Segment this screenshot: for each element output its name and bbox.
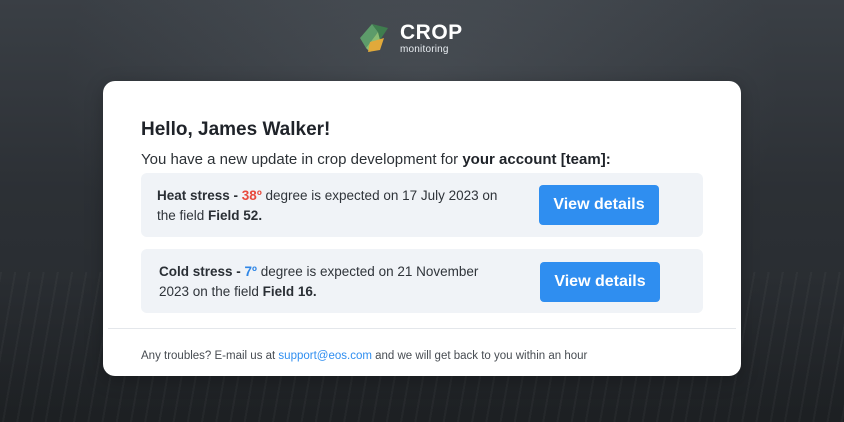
footer-prefix: Any troubles? E-mail us at: [141, 350, 279, 362]
email-card: Hello, James Walker! You have a new upda…: [103, 81, 741, 376]
support-footer: Any troubles? E-mail us at support@eos.c…: [141, 350, 587, 362]
greeting-heading: Hello, James Walker!: [141, 119, 331, 140]
cold-stress-alert: Cold stress - 7º degree is expected on 2…: [141, 249, 703, 313]
heat-stress-alert: Heat stress - 38º degree is expected on …: [141, 173, 703, 237]
alert-field: Field 52.: [208, 208, 263, 223]
crop-leaf-logo-icon: [360, 24, 388, 52]
view-details-button[interactable]: View details: [540, 262, 660, 302]
view-details-button[interactable]: View details: [539, 185, 659, 225]
brand-logo: CROP monitoring: [358, 20, 463, 56]
brand-title: CROP: [400, 20, 463, 44]
alert-message: Heat stress - 38º degree is expected on …: [157, 186, 507, 226]
alert-temperature: 7º: [244, 264, 257, 279]
support-email-link[interactable]: support@eos.com: [278, 350, 372, 362]
alert-field: Field 16.: [262, 284, 317, 299]
intro-account: your account [team]:: [462, 151, 611, 168]
intro-prefix: You have a new update in crop developmen…: [141, 151, 463, 168]
footer-divider: [108, 328, 736, 329]
intro-text: You have a new update in crop developmen…: [141, 151, 611, 168]
alert-message: Cold stress - 7º degree is expected on 2…: [159, 262, 509, 302]
alert-label: Heat stress -: [157, 188, 242, 203]
brand-subtitle: monitoring: [400, 43, 449, 55]
alert-temperature: 38º: [241, 188, 262, 203]
footer-suffix: and we will get back to you within an ho…: [371, 350, 588, 362]
alert-label: Cold stress -: [159, 264, 245, 279]
